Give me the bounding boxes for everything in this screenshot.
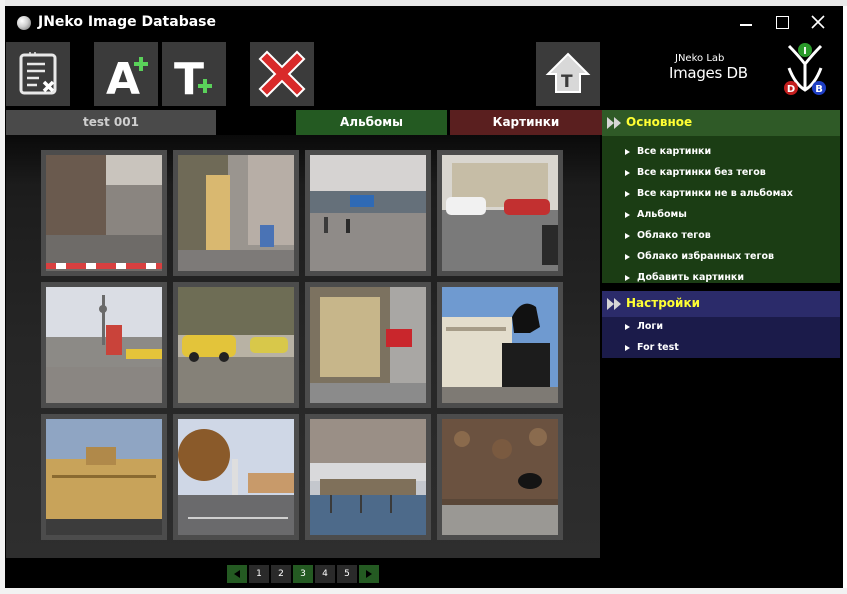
- thumbnail[interactable]: [437, 282, 563, 408]
- tag-arrow-icon: T: [545, 52, 591, 93]
- next-page-button[interactable]: [359, 565, 379, 583]
- background-strip-bottom: [0, 588, 847, 594]
- palace-building-photo: [46, 419, 162, 535]
- main-menu-header[interactable]: Основное: [602, 110, 840, 136]
- menu-item-add-images[interactable]: Добавить картинки: [622, 268, 832, 288]
- double-arrow-icon: [607, 298, 621, 310]
- settings-menu-title: Настройки: [626, 296, 701, 310]
- thumbnail[interactable]: [305, 282, 431, 408]
- menu-item-tag-cloud[interactable]: Облако тегов: [622, 226, 832, 246]
- main-menu-panel: Основное Все картинки Все картинки без т…: [602, 110, 840, 283]
- thumbnail[interactable]: [41, 282, 167, 408]
- menu-item-untagged-images[interactable]: Все картинки без тегов: [622, 163, 832, 183]
- plaza-photo: [310, 155, 426, 271]
- bullet-icon: [625, 254, 630, 260]
- main-menu-title: Основное: [626, 115, 693, 129]
- menu-item-albums[interactable]: Альбомы: [622, 205, 832, 225]
- page-3-button[interactable]: 3: [293, 565, 313, 583]
- street-construction-photo: [46, 155, 162, 271]
- thumbnail[interactable]: [173, 414, 299, 540]
- logo-line1: JNeko Lab: [675, 53, 725, 64]
- page-5-button[interactable]: 5: [337, 565, 357, 583]
- tab-pictures[interactable]: Картинки: [450, 110, 602, 135]
- window-title: JNeko Image Database: [38, 14, 216, 30]
- double-arrow-icon: [607, 117, 621, 129]
- tab-album-name[interactable]: test 001: [6, 110, 216, 135]
- logo-mark-icon: I D B: [784, 43, 826, 95]
- thumbnail[interactable]: [173, 150, 299, 276]
- thumbnail[interactable]: [41, 414, 167, 540]
- settings-menu-panel: Настройки Логи For test: [602, 291, 840, 358]
- river-pier-photo: [310, 419, 426, 535]
- thumbnail[interactable]: [305, 150, 431, 276]
- bullet-icon: [625, 324, 630, 330]
- trabant-cars-photo: [178, 287, 294, 403]
- bullet-icon: [625, 149, 630, 155]
- thumbnail[interactable]: [437, 150, 563, 276]
- logo-letter-i: I: [803, 46, 807, 57]
- thumbnail[interactable]: [173, 282, 299, 408]
- thumbnail[interactable]: [437, 414, 563, 540]
- menu-item-images-not-in-albums[interactable]: Все картинки не в альбомах: [622, 184, 832, 204]
- chevron-left-icon: [234, 570, 240, 578]
- delete-button[interactable]: [250, 42, 314, 106]
- app-window: JNeko Image Database A T T JNeko Lab Ima…: [5, 6, 843, 588]
- equestrian-statue-photo: [442, 287, 558, 403]
- logo-letter-b: B: [815, 84, 823, 95]
- bullet-icon: [625, 233, 630, 239]
- menu-item-logs[interactable]: Логи: [622, 317, 832, 337]
- jneko-logo: JNeko Lab Images DB I D B: [665, 40, 835, 102]
- maximize-button[interactable]: [769, 10, 795, 34]
- title-bar[interactable]: JNeko Image Database: [5, 6, 843, 39]
- tab-albums[interactable]: Альбомы: [296, 110, 447, 135]
- bullet-icon: [625, 275, 630, 281]
- edit-selection-button[interactable]: [6, 42, 70, 106]
- checklist-x-icon: [19, 52, 57, 95]
- menu-item-for-test[interactable]: For test: [622, 338, 832, 358]
- leaves-pavement-photo: [442, 419, 558, 535]
- add-album-button[interactable]: A: [94, 42, 158, 106]
- tv-tower-street-photo: [46, 287, 162, 403]
- settings-menu-header[interactable]: Настройки: [602, 291, 840, 317]
- parked-cars-photo: [442, 155, 558, 271]
- minimize-button[interactable]: [733, 10, 759, 34]
- bullet-icon: [625, 212, 630, 218]
- svg-text:T: T: [174, 54, 204, 105]
- thumbnail[interactable]: [305, 414, 431, 540]
- letter-a-plus-icon: A: [106, 54, 148, 105]
- page-2-button[interactable]: 2: [271, 565, 291, 583]
- close-icon: [811, 15, 825, 29]
- tag-upload-button[interactable]: T: [536, 42, 600, 106]
- menu-item-favorite-tag-cloud[interactable]: Облако избранных тегов: [622, 247, 832, 267]
- autumn-square-photo: [178, 419, 294, 535]
- bullet-icon: [625, 191, 630, 197]
- svg-text:A: A: [106, 54, 140, 105]
- logo-letter-d: D: [787, 84, 795, 95]
- close-button[interactable]: [805, 10, 831, 34]
- bullet-icon: [625, 345, 630, 351]
- svg-text:T: T: [561, 72, 573, 92]
- thumbnail[interactable]: [41, 150, 167, 276]
- menu-item-all-images[interactable]: Все картинки: [622, 142, 832, 162]
- add-tag-button[interactable]: T: [162, 42, 226, 106]
- page-1-button[interactable]: 1: [249, 565, 269, 583]
- logo-line2: Images DB: [669, 64, 748, 82]
- bullet-icon: [625, 170, 630, 176]
- chevron-right-icon: [366, 570, 372, 578]
- shopfront-photo: [310, 287, 426, 403]
- letter-t-plus-icon: T: [174, 54, 212, 105]
- page-4-button[interactable]: 4: [315, 565, 335, 583]
- red-x-icon: [258, 50, 306, 98]
- image-gallery: [6, 135, 600, 558]
- narrow-street-photo: [178, 155, 294, 271]
- prev-page-button[interactable]: [227, 565, 247, 583]
- app-globe-icon: [17, 16, 31, 30]
